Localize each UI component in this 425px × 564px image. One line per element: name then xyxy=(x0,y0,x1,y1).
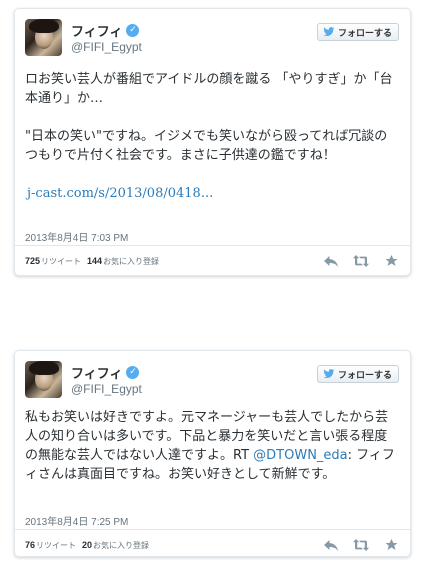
retweet-count: 725 xyxy=(25,256,41,266)
tweet-text: 私もお笑いは好きですよ。元マネージャーも芸人でしたから芸人の知り合いは多いです。… xyxy=(25,408,396,484)
favorite-button[interactable] xyxy=(382,253,400,269)
handle[interactable]: @FIFI_Egypt xyxy=(71,40,142,54)
tweet-paragraph: ロお笑い芸人が番組でアイドルの顔を蹴る 「やりすぎ」か「台本通り」か… xyxy=(25,72,393,106)
mention-link[interactable]: @DTOWN_eda xyxy=(253,448,347,463)
tweet-stats: 76リツイート 20お気に入り登録 xyxy=(25,540,155,551)
handle[interactable]: @FIFI_Egypt xyxy=(71,382,142,396)
verified-badge-icon: ✓ xyxy=(126,366,140,379)
follow-button[interactable]: フォローする xyxy=(316,365,399,383)
divider xyxy=(15,529,410,530)
tweet-header: フィフィ ✓ @FIFI_Egypt フォローする xyxy=(15,9,410,63)
favorite-count: 144 xyxy=(87,256,103,266)
reply-button[interactable] xyxy=(322,537,340,553)
favorite-count: 20 xyxy=(82,540,93,550)
tweet-stats: 725リツイート 144お気に入り登録 xyxy=(25,256,165,267)
follow-button[interactable]: フォローする xyxy=(316,23,399,41)
article-link[interactable]: j-cast.com/s/2013/08/0418... xyxy=(27,186,213,201)
reply-button[interactable] xyxy=(322,253,340,269)
retweet-button[interactable] xyxy=(352,537,370,553)
tweet-paragraph: "日本の笑い"ですね。イジメでも笑いながら殴ってれば冗談のつもりで片付く社会です… xyxy=(25,129,388,163)
avatar[interactable] xyxy=(25,19,62,56)
tweet-header: フィフィ ✓ @FIFI_Egypt フォローする xyxy=(15,351,410,405)
follow-label: フォローする xyxy=(337,370,392,381)
divider xyxy=(15,245,410,246)
reply-icon xyxy=(324,255,338,267)
retweet-stat[interactable]: 725リツイート xyxy=(25,256,81,267)
avatar[interactable] xyxy=(25,361,62,398)
link-line: j-cast.com/s/2013/08/0418... xyxy=(25,184,396,203)
author-name-row[interactable]: フィフィ ✓ xyxy=(71,21,140,40)
display-name[interactable]: フィフィ xyxy=(71,363,122,382)
favorite-label: お気に入り登録 xyxy=(93,541,150,550)
tweet-card: フィフィ ✓ @FIFI_Egypt フォローする ロお笑い芸人が番組でアイドル… xyxy=(14,8,411,276)
retweet-count: 76 xyxy=(25,540,36,550)
verified-badge-icon: ✓ xyxy=(126,24,140,37)
author-name-row[interactable]: フィフィ ✓ xyxy=(71,363,140,382)
retweet-icon xyxy=(353,255,369,267)
follow-label: フォローする xyxy=(337,28,392,39)
timestamp[interactable]: 2013年8月4日 7:25 PM xyxy=(25,513,128,528)
display-name[interactable]: フィフィ xyxy=(71,21,122,40)
favorite-stat[interactable]: 20お気に入り登録 xyxy=(82,540,149,551)
retweet-button[interactable] xyxy=(352,253,370,269)
retweet-label: リツイート xyxy=(36,541,77,550)
tweet-actions xyxy=(310,253,400,269)
favorite-label: お気に入り登録 xyxy=(103,257,160,266)
retweet-label: リツイート xyxy=(41,257,82,266)
timestamp[interactable]: 2013年8月4日 7:03 PM xyxy=(25,229,128,244)
tweet-actions xyxy=(310,537,400,553)
favorite-button[interactable] xyxy=(382,537,400,553)
tweet-card: フィフィ ✓ @FIFI_Egypt フォローする 私もお笑いは好きですよ。元マ… xyxy=(14,350,411,557)
reply-icon xyxy=(324,539,338,551)
star-icon xyxy=(385,539,397,550)
retweet-icon xyxy=(353,539,369,551)
twitter-bird-icon xyxy=(323,369,335,378)
tweet-text: ロお笑い芸人が番組でアイドルの顔を蹴る 「やりすぎ」か「台本通り」か… "日本の… xyxy=(25,70,396,203)
favorite-stat[interactable]: 144お気に入り登録 xyxy=(87,256,159,267)
star-icon xyxy=(385,255,397,266)
twitter-bird-icon xyxy=(323,27,335,36)
retweet-stat[interactable]: 76リツイート xyxy=(25,540,76,551)
